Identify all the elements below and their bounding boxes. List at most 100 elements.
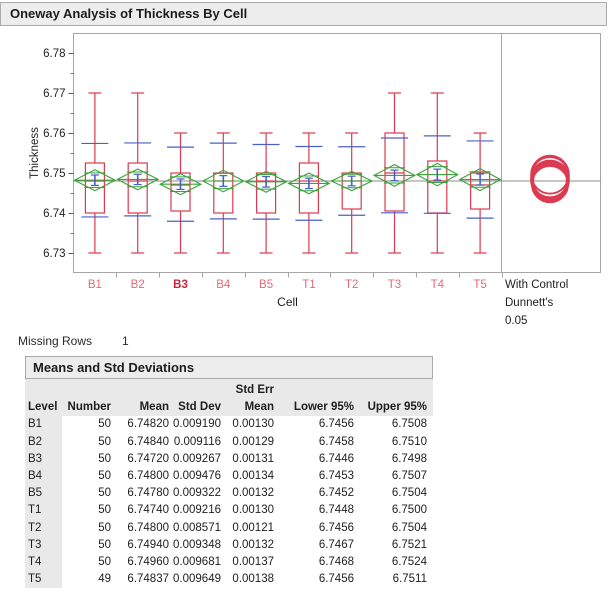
value-cell: 0.009476	[173, 469, 221, 482]
oneway-report-window: Oneway Analysis of Thickness By Cell 6.7…	[0, 0, 609, 592]
level-cell: B4	[25, 467, 62, 486]
x-tick-label-T5[interactable]: T5	[473, 279, 486, 291]
boxplot-group-B2[interactable]	[116, 92, 160, 254]
value-cell: 6.7504	[391, 487, 427, 500]
value-cell: 6.7468	[318, 555, 354, 568]
value-cell: 0.009267	[173, 452, 221, 465]
boxplot-group-T4[interactable]	[415, 92, 459, 254]
value-cell: 50	[98, 538, 111, 551]
boxplot-group-T3[interactable]	[372, 92, 417, 254]
value-cell: Std Dev	[178, 401, 221, 414]
means-table-body: B1 50 6.74820 0.009190 0.00130 6.7456 6.7508 B2…	[25, 416, 433, 589]
quantile-box[interactable]	[127, 162, 148, 214]
value-cell: 6.7498	[391, 452, 427, 465]
value-cell: 50	[98, 521, 111, 534]
level-cell: B2	[25, 433, 62, 451]
value-cell: 0.009322	[173, 487, 221, 500]
value-cell: 0.008571	[173, 521, 221, 534]
value-cell: 0.00129	[232, 435, 274, 448]
value-cell: 50	[98, 487, 111, 500]
missing-rows: Missing Rows 1	[18, 334, 318, 350]
oneway-boxplot-chart[interactable]: 6.73 6.74 6.75 6.76 6.77 6.78 B1 B2 B3 B4 B5 T1 T2 T3…	[0, 28, 609, 330]
comparison-method-label-line: 0.05	[505, 315, 527, 327]
table-header-row: Level Number Mean Std Dev Mean Lower 95% Upper…	[25, 399, 433, 416]
y-tick-label: 6.78	[43, 48, 65, 60]
value-cell: 50	[98, 435, 111, 448]
table-row: T5 49 6.74837 0.009649 0.00138 6.7456 6.7511	[25, 571, 433, 589]
value-cell	[172, 382, 224, 399]
value-cell	[277, 382, 357, 399]
x-tick-label-B5[interactable]: B5	[259, 279, 273, 291]
level-cell: T1	[25, 502, 62, 520]
boxplot-group-B5[interactable]	[244, 132, 288, 254]
value-cell: 0.00130	[232, 504, 274, 517]
y-tick-label: 6.76	[43, 128, 65, 140]
boxplot-group-B3[interactable]	[158, 132, 203, 254]
table-row: B1 50 6.74820 0.009190 0.00130 6.7456 6.7508	[25, 416, 433, 434]
value-cell: 0.009216	[173, 504, 221, 517]
table-row: B4 50 6.74800 0.009476 0.00134 6.7453 6.7507	[25, 467, 433, 486]
value-cell: 6.7524	[391, 555, 427, 568]
boxplot-group-B1[interactable]	[73, 92, 117, 254]
means-table-panel: Means and Std Deviations Std Err Level Num…	[25, 356, 433, 589]
plot-frame	[73, 33, 601, 273]
x-tick-label-T4[interactable]: T4	[431, 279, 445, 291]
value-cell: 6.7508	[391, 418, 427, 431]
table-row: T1 50 6.74740 0.009216 0.00130 6.7448 6.7500	[25, 502, 433, 520]
boxplot-group-T1[interactable]	[287, 132, 331, 254]
y-tick-label: 6.73	[43, 248, 65, 260]
value-cell: 6.74820	[127, 418, 169, 431]
value-cell: 6.7507	[391, 469, 427, 482]
boxplot-group-T5[interactable]	[458, 132, 502, 254]
value-cell: 49	[98, 573, 111, 586]
value-cell: 0.00132	[232, 538, 274, 551]
table-row: B2 50 6.74840 0.009116 0.00129 6.7458 6.7510	[25, 433, 433, 451]
table-row: T2 50 6.74800 0.008571 0.00121 6.7456 6.7504	[25, 519, 433, 537]
value-cell: 6.7500	[391, 504, 427, 517]
x-tick-label-B2[interactable]: B2	[131, 279, 145, 291]
value-cell: 50	[98, 555, 111, 568]
level-cell: T4	[25, 553, 62, 572]
value-cell: 6.7510	[391, 435, 427, 448]
level-cell: T5	[25, 571, 62, 589]
value-cell: 0.00132	[232, 487, 274, 500]
value-cell: 6.74800	[127, 469, 169, 482]
value-cell: 0.00131	[232, 452, 274, 465]
boxplot-group-B4[interactable]	[201, 132, 245, 254]
value-cell: 0.00130	[232, 418, 274, 431]
y-axis-title: Thickness	[29, 127, 41, 179]
y-tick-label: 6.75	[43, 168, 65, 180]
x-tick-label-T1[interactable]: T1	[302, 279, 315, 291]
x-tick-label-T3[interactable]: T3	[388, 279, 401, 291]
value-cell: 6.74940	[127, 538, 169, 551]
value-cell: 50	[98, 418, 111, 431]
means-table-header[interactable]: Means and Std Deviations	[25, 356, 433, 379]
oneway-panel-header[interactable]: Oneway Analysis of Thickness By Cell	[0, 2, 607, 26]
value-cell	[62, 382, 114, 399]
x-tick-label-B3[interactable]: B3	[173, 279, 188, 291]
comparison-method-label-line: With Control	[505, 279, 568, 291]
means-table-title: Means and Std Deviations	[33, 360, 195, 375]
value-cell: 0.009649	[173, 573, 221, 586]
value-cell: 6.7448	[318, 504, 354, 517]
level-cell: B1	[25, 416, 62, 434]
value-cell: Mean	[139, 401, 169, 414]
missing-rows-value: 1	[122, 334, 129, 348]
value-cell: Std Err	[235, 384, 274, 396]
value-cell: 0.009681	[173, 555, 221, 568]
value-cell: 6.74800	[127, 521, 169, 534]
x-tick-label-B1[interactable]: B1	[88, 279, 102, 291]
x-tick-label-B4[interactable]: B4	[216, 279, 231, 291]
value-cell: 6.7511	[392, 573, 427, 586]
value-cell: 0.00121	[232, 521, 274, 534]
comparison-method-label-line: Dunnett's	[505, 297, 553, 309]
value-cell: 6.7456	[318, 573, 354, 586]
value-cell: 0.00138	[232, 573, 274, 586]
value-cell	[114, 382, 172, 399]
x-tick-label-T2[interactable]: T2	[345, 279, 358, 291]
table-row: B5 50 6.74780 0.009322 0.00132 6.7452 6.7504	[25, 485, 433, 503]
value-cell: 0.009190	[173, 418, 221, 431]
value-cell: Upper 95%	[367, 401, 427, 414]
boxplot-group-T2[interactable]	[330, 132, 374, 254]
table-row: B3 50 6.74720 0.009267 0.00131 6.7446 6.7498	[25, 450, 433, 468]
